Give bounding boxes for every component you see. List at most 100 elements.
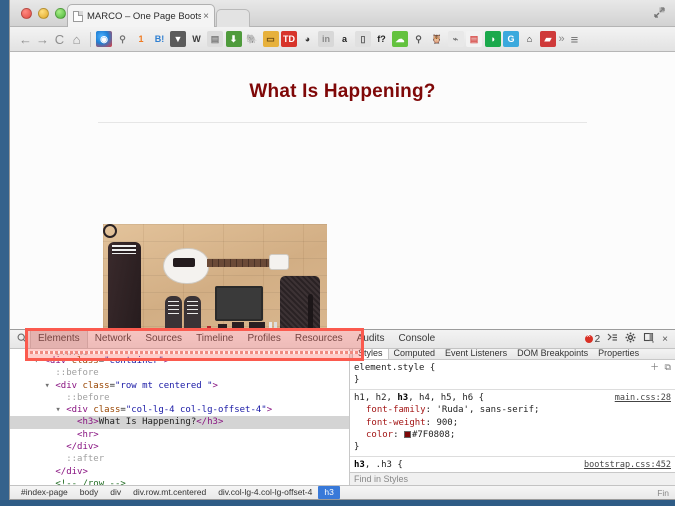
amazon-icon[interactable]: a [337,31,353,47]
dom-tree-row[interactable]: <hr> [10,429,349,441]
dom-tree-row[interactable]: <h3>What Is Happening?</h3> [10,416,349,429]
find-in-styles-input[interactable]: Find in Styles [350,472,675,485]
dom-tree-row[interactable]: ▾ <div class="row mt centered "> [10,380,349,392]
more-extensions-icon[interactable]: » [559,33,565,45]
devtools-tab-timeline[interactable]: Timeline [189,330,240,348]
dom-tree-row[interactable]: ▾ <div class="col-lg-4 col-lg-offset-4"> [10,404,349,416]
buffer-icon[interactable]: B! [152,31,168,47]
window-controls[interactable] [21,8,66,19]
css-source-link[interactable]: main.css:28 [615,392,671,404]
css-source-link[interactable]: bootstrap.css:452 [584,459,671,471]
mask-icon[interactable]: ▰ [540,31,556,47]
readability-icon[interactable]: ▤ [207,31,223,47]
css-property[interactable]: font-size: 24px; [354,471,671,472]
font-finder-icon[interactable]: f? [374,31,390,47]
toolbar-divider [90,31,91,47]
devtools-close-icon[interactable]: × [662,334,668,345]
browser-menu-icon[interactable]: ≡ [571,32,579,47]
devtools-tab-elements[interactable]: Elements [30,330,88,348]
css-rule[interactable]: h3, .h3 {bootstrap.css:452font-size: 24p… [350,457,675,472]
breadcrumb-item[interactable]: body [74,486,104,499]
breadcrumb-item[interactable]: div.row.mt.centered [127,486,212,499]
css-rule[interactable]: h1, h2, h3, h4, h5, h6 {main.css:28 font-… [350,390,675,457]
zoom-window-button[interactable] [55,8,66,19]
styles-tab-computed[interactable]: Computed [389,349,441,359]
error-count-badge[interactable]: 2 [584,332,601,345]
home-button[interactable]: ⌂ [68,32,85,47]
breadcrumb-item[interactable]: #index-page [15,486,74,499]
settings-gear-icon[interactable] [625,332,636,346]
counter-1-icon[interactable]: 1 [133,31,149,47]
photo-pen-1 [269,322,272,329]
close-window-button[interactable] [21,8,32,19]
console-drawer-icon[interactable] [607,333,618,345]
dom-tree-row[interactable]: ::before [10,367,349,379]
evernote-icon[interactable]: 🐘 [244,31,260,47]
photo-sneaker-left [165,296,182,329]
reload-button[interactable]: C [51,32,68,47]
mobile-icon[interactable]: ▯ [355,31,371,47]
lamp-icon[interactable]: ⚲ [411,31,427,47]
fullscreen-arrows-icon[interactable] [652,6,667,21]
colorzilla-icon[interactable]: ◉ [96,31,112,47]
devtools-tab-sources[interactable]: Sources [138,330,189,348]
dom-tree-row[interactable]: ::after [10,453,349,465]
extension-icons: ◉ ⚲ 1 B! ▼ W ▤ ⬇ 🐘 ▭ TD ◕ in a ▯ f? ☁ ⚲ 🦉 ⌁ ▤ ◑ G ⌂ ▰ [96,31,559,47]
back-button[interactable]: ← [17,32,34,47]
dom-tree-row[interactable]: ▾ <div class="container"> [10,355,349,367]
key-icon[interactable]: ⚲ [115,31,131,47]
clock-icon[interactable]: ◕ [300,31,316,47]
tab-close-icon[interactable]: × [203,11,209,22]
dom-tree-row[interactable]: </div> [10,441,349,453]
css-selector: element.style { [354,362,436,373]
breadcrumb-item[interactable]: h3 [318,486,340,499]
styles-sidebar-pane: Styles Computed Event Listeners DOM Breakpo… [349,349,675,485]
search-icon[interactable] [14,333,30,346]
devtools-tab-profiles[interactable]: Profiles [240,330,287,348]
photo-sneaker-right [184,296,201,329]
new-style-rule-icons[interactable]: ＋ ⧉ [650,362,671,374]
browser-tab[interactable]: MARCO – One Page Bootst × [67,4,215,27]
dom-tree-row[interactable]: </div> [10,466,349,478]
notes-icon[interactable]: ▭ [262,31,279,47]
breadcrumb-item[interactable]: div [104,486,127,499]
download-icon[interactable]: ⬇ [225,31,242,47]
todoist-icon[interactable]: TD [281,31,297,47]
styles-tab-event-listeners[interactable]: Event Listeners [440,349,512,359]
css-property[interactable]: color: #7F0808; [354,429,671,441]
photo-jacket [108,242,141,329]
house-icon[interactable]: ⌂ [522,31,538,47]
css-property[interactable]: font-family: 'Ruda', sans-serif; [354,404,671,416]
devtools-tab-resources[interactable]: Resources [288,330,350,348]
color-swatch[interactable] [403,430,411,438]
dom-tree-row[interactable]: ::before [10,392,349,404]
breadcrumb-item[interactable]: div.col-lg-4.col-lg-offset-4 [212,486,318,499]
minimize-window-button[interactable] [38,8,49,19]
styles-tab-dom-breakpoints[interactable]: DOM Breakpoints [512,349,593,359]
wikipedia-icon[interactable]: W [189,31,205,47]
cloud-icon[interactable]: ☁ [392,31,408,47]
devtools-tab-audits[interactable]: Audits [350,330,392,348]
linkedin-icon[interactable]: in [318,31,334,47]
devtools-tab-network[interactable]: Network [88,330,139,348]
styles-tab-properties[interactable]: Properties [593,349,644,359]
styles-rules-list[interactable]: element.style {＋ ⧉} h1, h2, h3, h4, h5, h… [350,360,675,472]
calendar-icon[interactable]: ▤ [466,31,482,47]
dom-tree-pane[interactable]: </div> ▾ <div class="container"> ::befor… [10,349,349,485]
browser-toolbar: ← → C ⌂ ◉ ⚲ 1 B! ▼ W ▤ ⬇ 🐘 ▭ TD ◕ in a ▯ f? ☁ ⚲ 🦉 ⌁ ▤ ◑ G ⌂ ▰ » … [10,27,675,52]
page-divider [98,122,587,123]
photo-pen-2 [274,322,277,329]
error-count-label: 2 [594,333,601,345]
dock-side-icon[interactable] [643,332,655,346]
shield-icon[interactable]: ▼ [170,31,186,47]
forward-button[interactable]: → [34,32,51,47]
css-property[interactable]: font-weight: 900; [354,417,671,429]
dom-tree-row[interactable]: <!-- /row --> [10,478,349,485]
grammarly-icon[interactable]: G [503,31,519,47]
css-rule[interactable]: element.style {＋ ⧉} [350,360,675,390]
analytics-icon[interactable]: ⌁ [447,31,464,47]
owl-icon[interactable]: 🦉 [429,31,445,47]
devtools-tab-console[interactable]: Console [391,330,442,348]
new-tab-button[interactable] [216,9,250,27]
pocket-icon[interactable]: ◑ [484,31,501,47]
